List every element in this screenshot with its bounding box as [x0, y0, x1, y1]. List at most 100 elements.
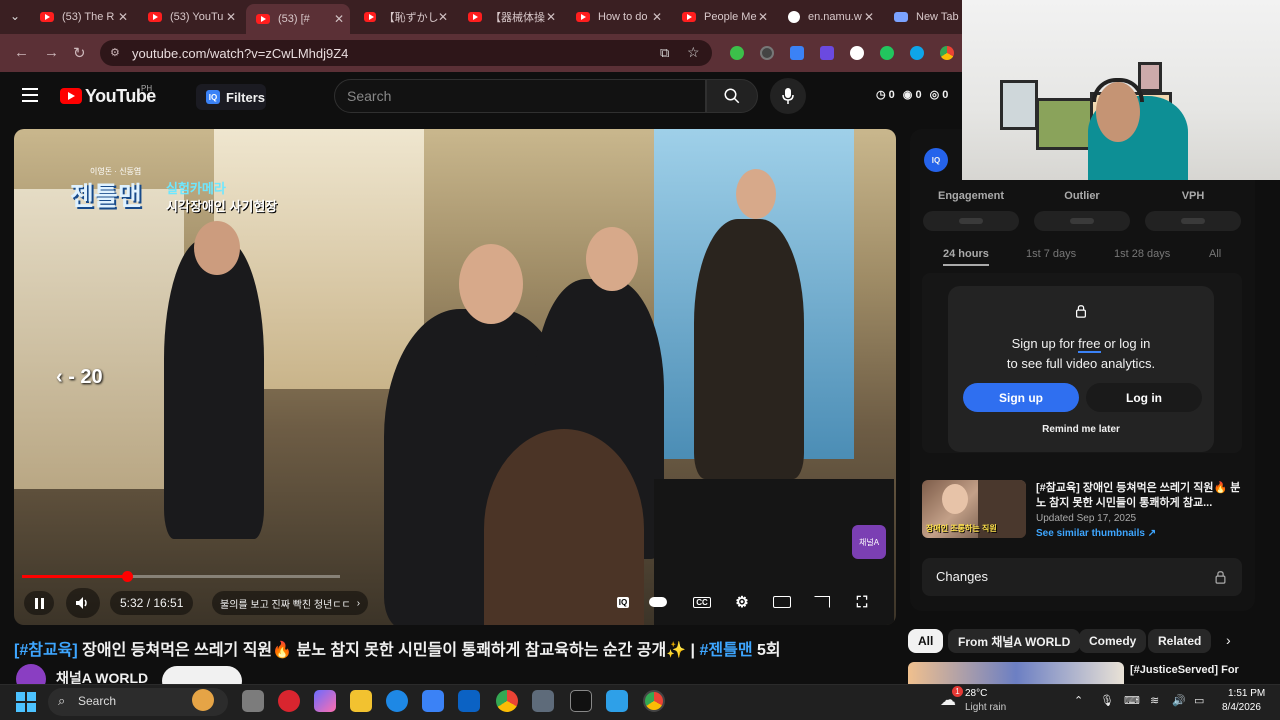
chip-related[interactable]: Related [1148, 629, 1212, 653]
search-button[interactable] [706, 79, 758, 113]
close-tab-icon[interactable]: ✕ [438, 10, 454, 24]
close-tab-icon[interactable]: ✕ [226, 10, 242, 24]
tab-all[interactable]: All [1209, 248, 1221, 260]
chip-next-arrow-icon[interactable]: › [1226, 632, 1231, 648]
title-hashtag-2[interactable]: #젠틀맨 [699, 642, 752, 659]
similar-thumbnails-link[interactable]: See similar thumbnails ↗ [1036, 528, 1156, 539]
extension-leaf-icon[interactable] [880, 46, 894, 60]
microphone-icon [782, 88, 794, 104]
browser-tab[interactable]: How to do ✕ [566, 4, 668, 30]
extension-circle-icon[interactable] [760, 46, 774, 60]
chevron-up-icon[interactable]: ⌃ [1074, 694, 1083, 707]
keyboard-icon[interactable]: ⌨ [1124, 694, 1140, 707]
tab-first-7-days[interactable]: 1st 7 days [1026, 248, 1076, 260]
search-highlight-icon[interactable] [192, 689, 214, 711]
clock-date[interactable]: 8/4/2026 [1222, 702, 1261, 713]
search-input[interactable] [335, 80, 675, 112]
chip-comedy[interactable]: Comedy [1079, 629, 1147, 653]
task-view-icon[interactable] [242, 690, 264, 712]
tab-first-28-days[interactable]: 1st 28 days [1114, 248, 1170, 260]
extension-dot-icon[interactable] [850, 46, 864, 60]
browser-tab[interactable]: (53) The R ✕ [30, 4, 134, 30]
browser-tab[interactable]: New Tab [884, 4, 960, 30]
app-red-icon[interactable] [278, 690, 300, 712]
youtube-logo-icon[interactable] [60, 88, 82, 104]
bookmark-star-icon[interactable]: ☆ [687, 44, 700, 61]
channel-watermark[interactable]: 채널A [852, 525, 886, 559]
extension-green-icon[interactable] [730, 46, 744, 60]
filters-button[interactable]: IQ Filters [196, 84, 266, 110]
install-app-icon[interactable]: ⧉ [660, 45, 669, 61]
close-tab-icon[interactable]: ✕ [758, 10, 774, 24]
microphone-tray-icon[interactable]: 🎙 [1100, 694, 1114, 707]
extension-chart-icon[interactable] [820, 46, 834, 60]
settings-icon[interactable]: ⚙ [730, 592, 754, 612]
clock-time[interactable]: 1:51 PM [1228, 688, 1265, 699]
copilot-icon[interactable] [314, 690, 336, 712]
youtube-icon [682, 12, 696, 22]
close-tab-icon[interactable]: ✕ [864, 10, 880, 24]
store-icon[interactable] [422, 690, 444, 712]
weather-temperature[interactable]: 28°C [965, 688, 987, 699]
chapter-title[interactable]: 불의를 보고 진짜 빡친 청년ㄷㄷ › [212, 591, 369, 615]
chip-from-channel[interactable]: From 채널A WORLD [948, 629, 1081, 653]
video-player[interactable] [14, 129, 896, 625]
menu-icon[interactable] [22, 88, 38, 102]
mute-button[interactable] [66, 588, 100, 618]
speaker-icon[interactable]: 🔊 [1172, 694, 1186, 707]
back-button[interactable]: ← [14, 44, 29, 61]
pause-button[interactable] [24, 591, 54, 615]
vidiq-player-icon[interactable]: IQ [611, 592, 635, 612]
browser-tab[interactable]: (53) YouTu ✕ [138, 4, 242, 30]
captions-icon[interactable]: CC [690, 592, 714, 612]
close-tab-icon[interactable]: ✕ [652, 10, 668, 24]
edge-icon[interactable] [386, 690, 408, 712]
app-grey-icon[interactable] [532, 690, 554, 712]
tab-search-button[interactable]: ⌄ [10, 9, 20, 23]
close-tab-icon[interactable]: ✕ [118, 10, 134, 24]
vidiq-counters[interactable]: ◷ 0 ◉ 0 ◎ 0 [876, 88, 948, 101]
vidiq-icon: IQ [206, 90, 220, 104]
next-video-thumbnail[interactable] [908, 662, 1124, 684]
browser-tab[interactable]: (53) [# ✕ [246, 4, 350, 34]
chrome-icon[interactable] [496, 690, 518, 712]
browser-tab[interactable]: en.namu.w ✕ [778, 4, 880, 30]
wifi-icon[interactable]: ≋ [1150, 694, 1159, 707]
notepad-icon[interactable] [606, 690, 628, 712]
login-button[interactable]: Log in [1086, 383, 1202, 412]
signup-button[interactable]: Sign up [963, 383, 1079, 412]
video-title: [#참교육] 장애인 등쳐먹은 쓰레기 직원🔥 분노 참지 못한 시민들이 통쾌… [14, 636, 781, 660]
cast-icon[interactable] [810, 592, 834, 612]
autoplay-toggle[interactable] [646, 592, 670, 612]
theater-mode-icon[interactable] [770, 592, 794, 612]
browser-tab[interactable]: People Me ✕ [672, 4, 774, 30]
video-thumbnail[interactable]: 장애인 조롱하는 직원 [922, 480, 1026, 538]
browser-tab[interactable]: 【器械体操 ✕ [458, 4, 562, 30]
browser-tab[interactable]: 【恥ずかしす✕ [354, 4, 454, 30]
windows-start-icon[interactable] [16, 692, 36, 712]
battery-icon[interactable]: ▭ [1194, 694, 1204, 707]
remind-later-link[interactable]: Remind me later [948, 424, 1214, 435]
close-tab-icon[interactable]: ✕ [334, 12, 350, 26]
extension-pen-icon[interactable] [790, 46, 804, 60]
next-video-title[interactable]: [#JusticeServed] For [1130, 664, 1239, 676]
outlook-icon[interactable] [458, 690, 480, 712]
chip-all[interactable]: All [908, 629, 944, 653]
site-info-icon[interactable]: ⚙ [110, 46, 120, 59]
capcut-icon[interactable] [570, 690, 592, 712]
file-explorer-icon[interactable] [350, 690, 372, 712]
progress-scrubber[interactable] [121, 571, 133, 582]
pause-icon [34, 597, 38, 609]
weather-description[interactable]: Light rain [965, 702, 1006, 713]
fullscreen-icon[interactable]: ⛶ [850, 592, 874, 612]
extension-blue-icon[interactable] [910, 46, 924, 60]
reload-button[interactable]: ↻ [73, 44, 86, 62]
forward-button[interactable]: → [44, 44, 59, 61]
chrome-profile-icon[interactable] [940, 46, 954, 60]
search-box[interactable] [334, 79, 706, 113]
close-tab-icon[interactable]: ✕ [546, 10, 562, 24]
title-hashtag-1[interactable]: [#참교육] [14, 642, 78, 659]
tab-24-hours[interactable]: 24 hours [943, 248, 989, 266]
chrome-active-icon[interactable] [643, 690, 665, 712]
voice-search-button[interactable] [770, 78, 806, 114]
